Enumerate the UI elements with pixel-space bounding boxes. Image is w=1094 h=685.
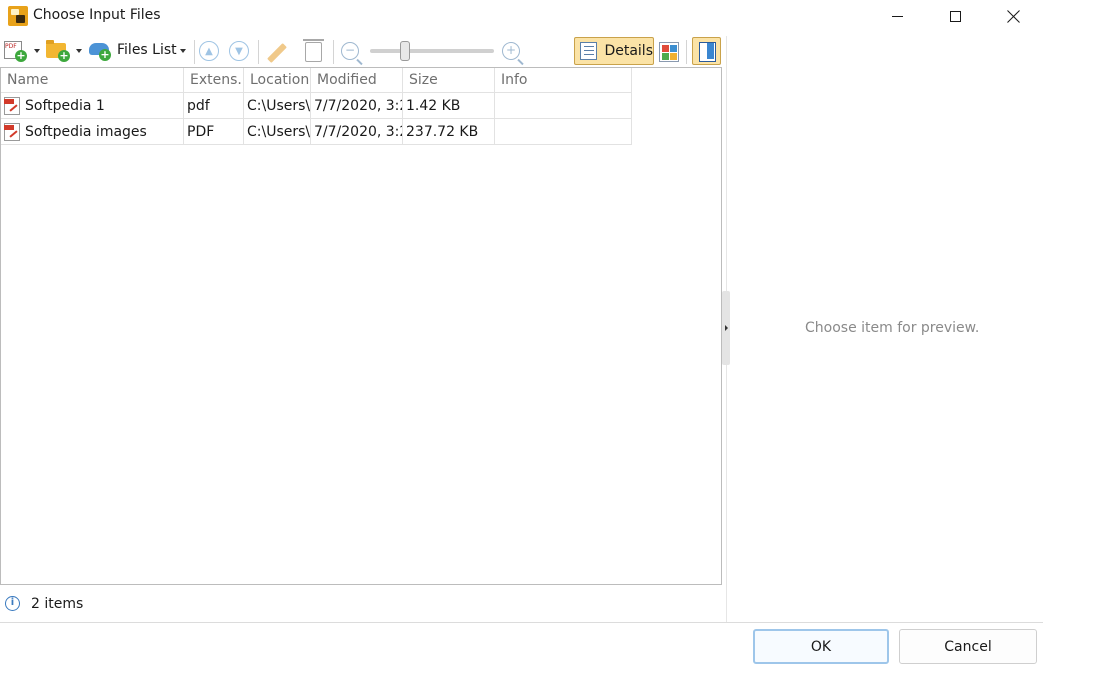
move-down-button[interactable]: ▼ bbox=[229, 41, 249, 61]
plus-badge-icon: + bbox=[15, 49, 27, 62]
cell-extension: pdf bbox=[184, 93, 244, 119]
toolbar-separator bbox=[333, 40, 334, 64]
files-list-dropdown-icon bbox=[180, 49, 186, 53]
files-list-menu-button[interactable]: + Files List bbox=[84, 36, 188, 66]
cell-name: Softpedia 1 bbox=[1, 93, 184, 119]
zoom-slider-thumb[interactable] bbox=[399, 41, 410, 61]
title-bar: Choose Input Files bbox=[0, 0, 1094, 32]
cancel-button[interactable]: Cancel bbox=[899, 629, 1037, 664]
files-list-label: Files List bbox=[117, 42, 177, 58]
move-up-icon: ▲ bbox=[205, 45, 213, 57]
add-folder-dropdown-icon[interactable] bbox=[76, 49, 82, 53]
preview-pane-icon[interactable] bbox=[692, 37, 721, 65]
close-icon bbox=[1007, 10, 1020, 23]
column-header-location[interactable]: Location bbox=[244, 68, 311, 93]
plus-badge-icon: + bbox=[99, 48, 111, 61]
add-folder-button[interactable]: + bbox=[42, 36, 72, 66]
edit-button[interactable] bbox=[262, 36, 292, 66]
toolbar-separator bbox=[258, 40, 259, 64]
file-list-table: Name Extens.. Location Modified Size Inf… bbox=[0, 67, 722, 585]
column-header-info[interactable]: Info bbox=[495, 68, 632, 93]
delete-trash-icon[interactable] bbox=[303, 39, 324, 62]
file-name: Softpedia images bbox=[25, 124, 147, 140]
column-header-extension[interactable]: Extens.. bbox=[184, 68, 244, 93]
status-bar: i 2 items bbox=[0, 592, 726, 618]
minimize-icon bbox=[891, 15, 903, 17]
file-name: Softpedia 1 bbox=[25, 98, 105, 114]
move-down-icon: ▼ bbox=[235, 45, 243, 57]
cell-location: C:\Users\ bbox=[244, 119, 311, 145]
cell-modified: 7/7/2020, 3:2 bbox=[311, 119, 403, 145]
add-file-button[interactable]: + bbox=[0, 36, 32, 66]
cell-info bbox=[495, 119, 632, 145]
zoom-in-icon[interactable]: + bbox=[502, 42, 520, 60]
pdf-file-icon bbox=[4, 123, 20, 141]
move-up-button[interactable]: ▲ bbox=[199, 41, 219, 61]
column-header-name[interactable]: Name bbox=[1, 68, 184, 93]
plus-badge-icon: + bbox=[58, 49, 70, 62]
ok-button[interactable]: OK bbox=[753, 629, 889, 664]
edit-pencil-icon bbox=[267, 43, 287, 63]
table-header: Name Extens.. Location Modified Size Inf… bbox=[1, 68, 632, 93]
cell-info bbox=[495, 93, 632, 119]
minimize-button[interactable] bbox=[868, 0, 926, 32]
toolbar-separator bbox=[686, 40, 687, 64]
cell-name: Softpedia images bbox=[1, 119, 184, 145]
splitter-handle[interactable] bbox=[722, 291, 730, 365]
add-file-dropdown-icon[interactable] bbox=[34, 49, 40, 53]
thumbnails-view-icon[interactable] bbox=[659, 42, 679, 62]
column-header-modified[interactable]: Modified bbox=[311, 68, 403, 93]
preview-placeholder: Choose item for preview. bbox=[805, 320, 980, 336]
cell-size: 1.42 KB bbox=[403, 93, 495, 119]
zoom-slider[interactable] bbox=[370, 49, 494, 53]
cell-size: 237.72 KB bbox=[403, 119, 495, 145]
maximize-icon bbox=[949, 10, 961, 22]
window-title: Choose Input Files bbox=[33, 7, 161, 23]
table-row[interactable]: Softpedia images PDF C:\Users\ 7/7/2020,… bbox=[1, 119, 632, 145]
maximize-button[interactable] bbox=[926, 0, 984, 32]
close-button[interactable] bbox=[984, 0, 1042, 32]
app-icon bbox=[8, 6, 28, 26]
toolbar-separator bbox=[194, 40, 195, 64]
info-icon: i bbox=[5, 596, 20, 611]
cell-extension: PDF bbox=[184, 119, 244, 145]
toolbar: + + + Files List ▲ ▼ − + Details bbox=[0, 36, 726, 66]
column-header-size[interactable]: Size bbox=[403, 68, 495, 93]
divider bbox=[0, 622, 1043, 623]
cell-modified: 7/7/2020, 3:2 bbox=[311, 93, 403, 119]
details-label: Details bbox=[604, 43, 653, 59]
cell-location: C:\Users\ bbox=[244, 93, 311, 119]
item-count: 2 items bbox=[31, 596, 84, 612]
pdf-file-icon bbox=[4, 97, 20, 115]
zoom-out-icon[interactable]: − bbox=[341, 42, 359, 60]
table-row[interactable]: Softpedia 1 pdf C:\Users\ 7/7/2020, 3:2 … bbox=[1, 93, 632, 119]
details-view-button[interactable]: Details bbox=[574, 37, 654, 65]
details-view-icon bbox=[580, 42, 598, 60]
